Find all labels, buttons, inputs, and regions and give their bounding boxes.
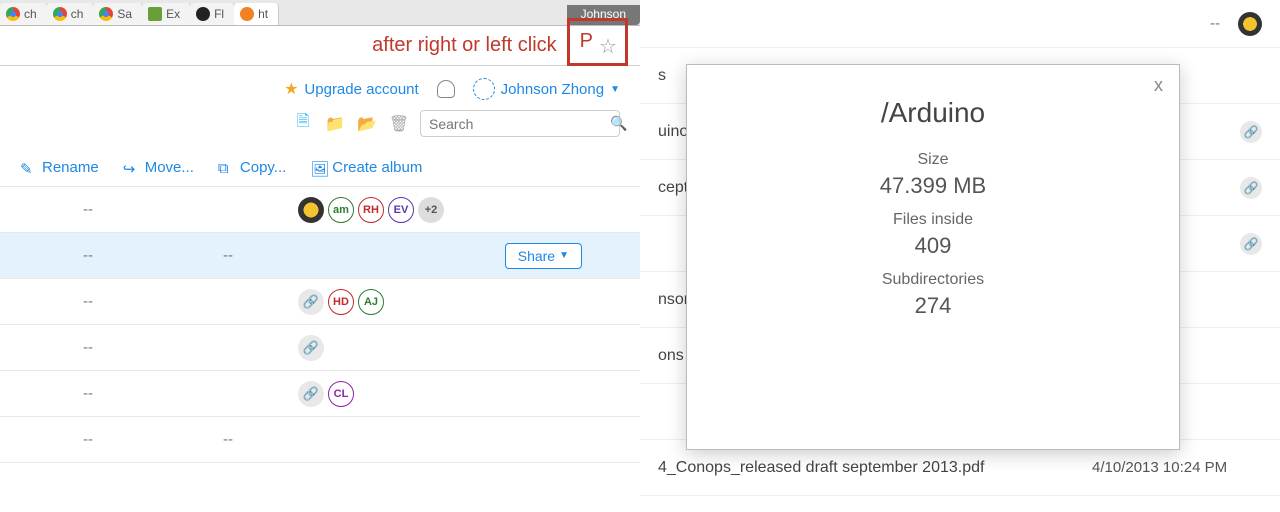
cell: -- xyxy=(18,201,158,218)
close-button[interactable]: x xyxy=(1154,75,1163,96)
notifications-icon[interactable] xyxy=(437,80,455,98)
chevron-down-icon: ▼ xyxy=(559,250,569,261)
member-badge[interactable]: EV xyxy=(388,197,414,223)
rename-action[interactable]: ✎Rename xyxy=(20,159,99,176)
new-file-icon[interactable]: 🗎 xyxy=(292,113,314,135)
file-row[interactable]: -- amRHEV+2 xyxy=(0,187,640,233)
trash-icon[interactable]: 🗑 xyxy=(388,113,410,135)
browser-tabbar: ch ch Sa Ex Fl ht Johnson xyxy=(0,0,640,26)
chrome-icon xyxy=(53,7,67,21)
cell: -- xyxy=(18,293,158,310)
cell: -- xyxy=(18,385,158,402)
file-row[interactable]: -- 🔗HDAJ xyxy=(0,279,640,325)
file-row[interactable]: ---- Share▼ xyxy=(0,233,640,279)
folder-info-popup: x /Arduino Size 47.399 MB Files inside 4… xyxy=(686,64,1180,450)
user-menu[interactable]: Johnson Zhong▼ xyxy=(473,78,620,100)
upgrade-account-link[interactable]: ★Upgrade account xyxy=(284,79,419,99)
cell-extras: Share▼ xyxy=(298,243,622,269)
file-row[interactable]: -- 🔗 xyxy=(0,325,640,371)
member-badge[interactable]: am xyxy=(328,197,354,223)
link-icon[interactable]: 🔗 xyxy=(1240,233,1262,255)
move-action[interactable]: ↪Move... xyxy=(123,159,194,176)
files-value: 409 xyxy=(711,233,1155,259)
cell: -- xyxy=(18,247,158,264)
browser-tab[interactable]: ht xyxy=(234,3,279,25)
member-badge[interactable]: HD xyxy=(328,289,354,315)
browser-tab[interactable]: Ex xyxy=(142,3,191,25)
cell: -- xyxy=(18,431,158,448)
move-icon: ↪ xyxy=(123,160,139,176)
avatar-icon xyxy=(473,78,495,100)
copy-action[interactable]: ⧉Copy... xyxy=(218,159,286,176)
address-bar-area: after right or left click P ☆ xyxy=(0,26,640,66)
cell-extras: 🔗HDAJ xyxy=(298,289,622,315)
member-badge[interactable]: RH xyxy=(358,197,384,223)
member-badge[interactable]: +2 xyxy=(418,197,444,223)
link-icon[interactable]: 🔗 xyxy=(1240,177,1262,199)
shared-folder-icon[interactable]: 📂 xyxy=(356,113,378,135)
link-icon[interactable]: 🔗 xyxy=(1240,121,1262,143)
chrome-icon xyxy=(99,7,113,21)
popup-title: /Arduino xyxy=(711,97,1155,129)
search-box[interactable]: 🔍 xyxy=(420,110,620,137)
right-top-bar: -- xyxy=(640,0,1280,48)
app-header-secondary: 🗎 📁 📂 🗑 🔍 xyxy=(0,106,640,149)
chrome-icon xyxy=(6,7,20,21)
bookmark-star-icon[interactable]: ☆ xyxy=(599,34,615,50)
create-album-action[interactable]: 🖼Create album xyxy=(310,159,422,176)
page-indicator-letter: P xyxy=(580,30,593,53)
cell: -- xyxy=(18,339,158,356)
copy-icon: ⧉ xyxy=(218,160,234,176)
browser-tab[interactable]: Fl xyxy=(190,3,235,25)
file-row[interactable]: ---- xyxy=(0,417,640,463)
rename-icon: ✎ xyxy=(20,160,36,176)
file-name: 4_Conops_released draft september 2013.p… xyxy=(658,459,1092,477)
link-icon[interactable]: 🔗 xyxy=(298,335,324,361)
browser-tab[interactable]: ch xyxy=(47,3,95,25)
annotation-text: after right or left click xyxy=(372,34,557,57)
puzzle-icon xyxy=(148,7,162,21)
cell-extras: 🔗CL xyxy=(298,381,622,407)
album-icon: 🖼 xyxy=(310,160,326,176)
member-badge[interactable]: AJ xyxy=(358,289,384,315)
annotation-highlight-box: P ☆ xyxy=(567,18,628,66)
file-actions-bar: ✎Rename ↪Move... ⧉Copy... 🖼Create album xyxy=(0,149,640,187)
search-input[interactable] xyxy=(429,116,610,132)
dirs-label: Subdirectories xyxy=(711,271,1155,289)
dirs-value: 274 xyxy=(711,293,1155,319)
drone-icon xyxy=(196,7,210,21)
link-icon[interactable]: 🔗 xyxy=(298,289,324,315)
cell: -- xyxy=(158,431,298,448)
cell-extras: 🔗 xyxy=(298,335,622,361)
stackoverflow-icon xyxy=(240,7,254,21)
size-value: 47.399 MB xyxy=(711,173,1155,199)
avatar[interactable] xyxy=(1238,12,1262,36)
new-folder-icon[interactable]: 📁 xyxy=(324,113,346,135)
column-header: -- xyxy=(1210,15,1220,32)
share-button[interactable]: Share▼ xyxy=(505,243,582,269)
browser-tab[interactable]: Sa xyxy=(93,3,143,25)
file-row[interactable]: -- 🔗CL xyxy=(0,371,640,417)
chevron-down-icon: ▼ xyxy=(610,84,620,95)
size-label: Size xyxy=(711,151,1155,169)
app-header-primary: ★Upgrade account Johnson Zhong▼ xyxy=(0,66,640,106)
file-date: 4/10/2013 10:24 PM xyxy=(1092,459,1262,476)
member-badge[interactable]: CL xyxy=(328,381,354,407)
avatar[interactable] xyxy=(298,197,324,223)
files-label: Files inside xyxy=(711,211,1155,229)
link-icon[interactable]: 🔗 xyxy=(298,381,324,407)
star-icon: ★ xyxy=(284,79,298,99)
search-icon: 🔍 xyxy=(610,115,627,132)
cell-extras: amRHEV+2 xyxy=(298,197,622,223)
browser-tab[interactable]: ch xyxy=(0,3,48,25)
cell: -- xyxy=(158,247,298,264)
